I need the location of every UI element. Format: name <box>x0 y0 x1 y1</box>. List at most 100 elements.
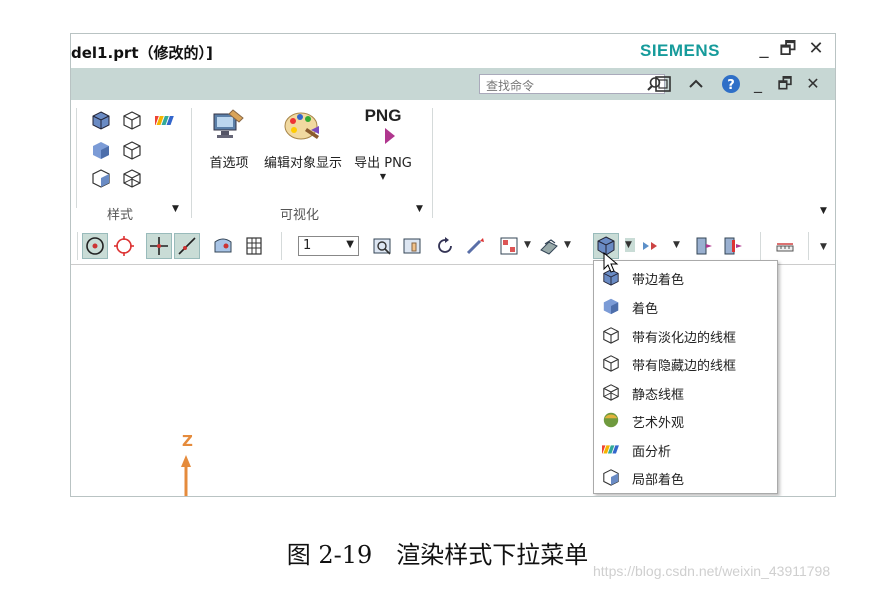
artistic-appearance-icon <box>603 412 619 428</box>
render-style-dropdown-icon[interactable]: ▼ <box>625 238 635 252</box>
ribbon-view-tab: 样式 ▼ 首选项 编辑对象显示 PNG 导出 PNG ▼ 可视化 ▼ ▼ <box>71 100 835 229</box>
menu-item-label: 带边着色 <box>632 273 685 288</box>
edge-style-icon[interactable] <box>639 234 663 258</box>
wireframe-dim-edges-icon <box>603 327 619 344</box>
menu-item-shaded-with-edges[interactable]: 带边着色 <box>594 263 777 291</box>
visualization-group-label: 可视化 <box>280 208 320 223</box>
style-group-label: 样式 <box>107 208 134 223</box>
export-png-label: 导出 PNG <box>354 156 412 171</box>
window-title: del1.prt（修改的）] <box>71 44 213 62</box>
z-axis-icon <box>181 455 191 496</box>
menu-item-label: 着色 <box>632 302 659 317</box>
menu-item-face-analysis[interactable]: 面分析 <box>594 435 777 463</box>
snap-face-icon[interactable] <box>211 234 235 258</box>
shaded-with-edges-icon[interactable] <box>91 110 111 130</box>
nx-window: del1.prt（修改的）] SIEMENS _ 🗗 ✕ ? _ 🗗 ✕ <box>70 33 836 497</box>
visualization-group-expand-icon[interactable]: ▼ <box>416 204 423 214</box>
ribbon-separator <box>76 108 77 208</box>
z-axis-label: Z <box>182 432 193 450</box>
rotate-icon[interactable] <box>433 234 457 258</box>
ribbon-separator <box>432 108 433 218</box>
mouse-cursor-icon <box>603 252 619 273</box>
shaded-icon[interactable] <box>91 140 111 160</box>
collapse-ribbon-icon[interactable] <box>684 72 708 96</box>
section-view-icon[interactable] <box>537 234 561 258</box>
menu-item-label: 面分析 <box>632 445 672 460</box>
menu-item-label: 静态线框 <box>632 388 685 403</box>
command-bar: ? _ 🗗 ✕ <box>71 68 835 100</box>
toolbar-separator <box>808 232 809 260</box>
palette-icon <box>284 112 319 140</box>
section-view-dropdown-icon[interactable]: ▼ <box>564 238 574 252</box>
show-hide-icon[interactable] <box>691 234 715 258</box>
preferences-button[interactable]: 首选项 <box>201 106 257 171</box>
menu-item-static-wireframe[interactable]: 静态线框 <box>594 378 777 406</box>
restore-button[interactable]: 🗗 <box>777 38 799 60</box>
wireframe-hidden-edges-icon <box>603 355 619 372</box>
edge-style-dropdown-icon[interactable]: ▼ <box>673 238 683 252</box>
face-analysis-icon <box>602 445 619 454</box>
watermark: https://blog.csdn.net/weixin_43911798 <box>593 563 831 579</box>
style-group-expand-icon[interactable]: ▼ <box>172 204 179 214</box>
brand-logo: SIEMENS <box>640 41 721 60</box>
menu-item-label: 局部着色 <box>632 473 685 488</box>
menu-item-label: 带有淡化边的线框 <box>632 331 737 346</box>
ribbon-close-button[interactable]: ✕ <box>801 72 825 96</box>
svg-text:?: ? <box>727 78 735 93</box>
ribbon-minimize-button[interactable]: _ <box>746 72 770 96</box>
command-search-input[interactable] <box>484 77 628 95</box>
title-bar: del1.prt（修改的）] SIEMENS _ 🗗 ✕ <box>71 34 835 68</box>
layer-select[interactable]: 1 ▼ <box>298 236 359 256</box>
close-button[interactable]: ✕ <box>805 38 827 60</box>
pan-icon[interactable] <box>401 234 425 258</box>
png-icon-text: PNG <box>364 106 402 125</box>
edit-object-display-label: 编辑对象显示 <box>263 156 342 171</box>
shaded-icon <box>603 298 619 315</box>
edit-object-display-button[interactable]: 编辑对象显示 <box>259 106 347 171</box>
play-icon <box>385 128 395 144</box>
menu-item-shaded[interactable]: 着色 <box>594 292 777 320</box>
fit-window-icon[interactable] <box>651 72 675 96</box>
menu-item-wireframe-hidden-edges[interactable]: 带有隐藏边的线框 <box>594 349 777 377</box>
toolbar-separator <box>281 232 282 260</box>
preferences-icon <box>213 109 244 138</box>
menu-item-artistic-appearance[interactable]: 艺术外观 <box>594 406 777 434</box>
snap-intersection-icon[interactable] <box>146 233 172 259</box>
toolbar-more-icon[interactable]: ▼ <box>820 240 830 254</box>
select-point-icon[interactable] <box>82 233 108 259</box>
zoom-window-icon[interactable] <box>371 234 395 258</box>
command-search[interactable] <box>479 74 665 95</box>
menu-item-label: 带有隐藏边的线框 <box>632 359 737 374</box>
static-wireframe-icon[interactable] <box>122 168 142 188</box>
toolbar-separator <box>77 232 78 260</box>
layer-select-value: 1 <box>303 238 312 253</box>
orient-view-icon[interactable] <box>497 234 521 258</box>
menu-item-partial-shading[interactable]: 局部着色 <box>594 463 777 491</box>
minimize-button[interactable]: _ <box>753 38 775 60</box>
static-wireframe-icon <box>603 384 619 401</box>
orient-view-dropdown-icon[interactable]: ▼ <box>524 238 534 252</box>
measure-icon[interactable] <box>773 234 797 258</box>
toolbar-separator <box>760 232 761 260</box>
layer-settings-icon[interactable] <box>721 234 745 258</box>
chevron-down-icon: ▼ <box>346 239 354 250</box>
wireframe-dim-edges-icon[interactable] <box>122 110 142 130</box>
partial-shading-icon[interactable] <box>91 168 111 188</box>
wireframe-hidden-edges-icon[interactable] <box>122 140 142 160</box>
menu-item-label: 艺术外观 <box>632 416 685 431</box>
ribbon-more-icon[interactable]: ▼ <box>820 206 827 216</box>
grid-icon[interactable] <box>242 234 266 258</box>
render-style-dropdown-menu: 带边着色 着色 带有淡化边的线框 带有隐藏边的线框 静态线框 艺术外观 面分析 … <box>593 260 778 494</box>
ribbon-restore-button[interactable]: 🗗 <box>773 72 797 96</box>
pencil-icon[interactable] <box>463 234 487 258</box>
export-png-button[interactable]: PNG 导出 PNG ▼ <box>353 106 413 181</box>
help-icon[interactable]: ? <box>719 72 743 96</box>
export-png-dropdown-icon[interactable]: ▼ <box>353 172 413 181</box>
face-analysis-icon[interactable] <box>155 110 175 130</box>
ribbon-separator <box>191 108 192 218</box>
snap-center-icon[interactable] <box>112 234 136 258</box>
preferences-label: 首选项 <box>209 156 249 171</box>
snap-on-curve-icon[interactable] <box>174 233 200 259</box>
partial-shading-icon <box>603 469 619 486</box>
menu-item-wireframe-dim-edges[interactable]: 带有淡化边的线框 <box>594 321 777 349</box>
